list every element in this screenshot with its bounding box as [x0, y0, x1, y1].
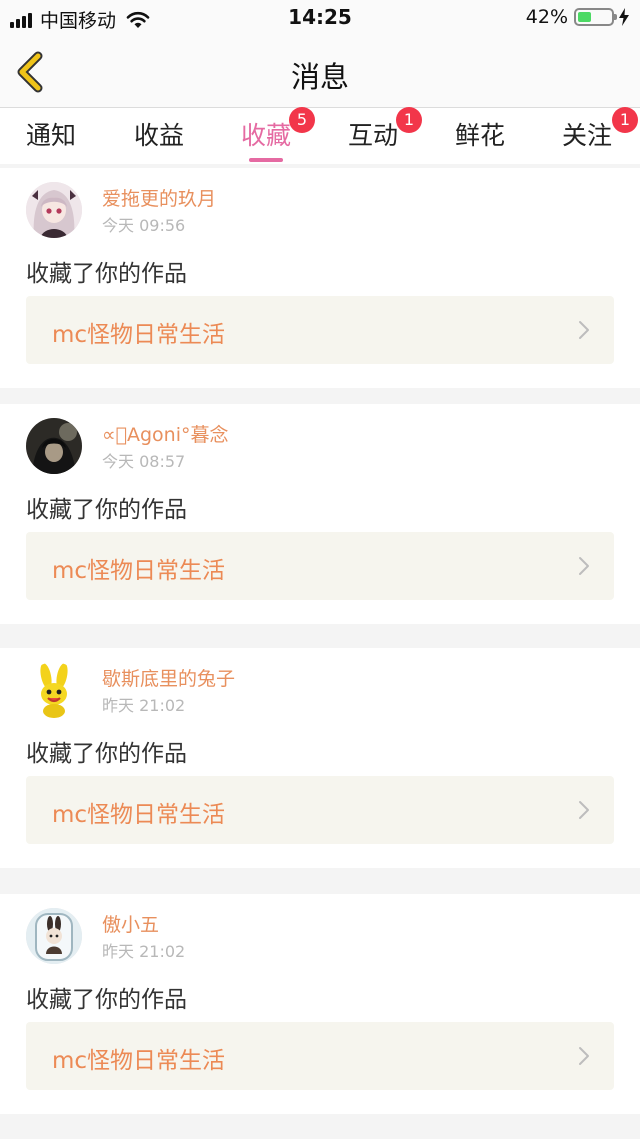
active-tab-indicator	[249, 158, 283, 162]
avatar-dark-portrait-icon	[26, 418, 82, 474]
tab-badge: 1	[612, 107, 638, 133]
chevron-right-icon	[579, 321, 589, 339]
work-title: mc怪物日常生活	[52, 322, 226, 348]
tab-earnings[interactable]: 收益	[134, 116, 184, 162]
timestamp: 昨天 21:02	[102, 942, 186, 961]
username[interactable]: 歇斯底里的兔子	[102, 664, 235, 691]
username[interactable]: 傲小五	[102, 910, 159, 937]
action-text: 收藏了你的作品	[26, 741, 187, 767]
tab-label: 鲜花	[455, 121, 506, 150]
page-title: 消息	[290, 60, 349, 94]
avatar[interactable]	[26, 182, 82, 238]
tab-interactions[interactable]: 互动 1	[348, 107, 422, 162]
action-text: 收藏了你的作品	[26, 987, 187, 1013]
username[interactable]: 爱拖更的玖月	[102, 184, 216, 211]
avatar-yellow-bunny-icon	[26, 662, 82, 718]
notification-card: 歇斯底里的兔子 昨天 21:02 收藏了你的作品 mc怪物日常生活	[0, 648, 640, 868]
timestamp: 昨天 21:02	[102, 696, 186, 715]
chevron-left-icon	[17, 51, 43, 93]
avatar-anime-girl-icon	[26, 182, 82, 238]
status-bar: 中国移动 14:25 42%	[0, 0, 640, 36]
charging-bolt-icon	[619, 8, 629, 26]
notification-card: 傲小五 昨天 21:02 收藏了你的作品 mc怪物日常生活	[0, 894, 640, 1114]
username[interactable]: ∝ﾟAgoni°暮念	[102, 420, 228, 447]
nav-bar: 消息	[0, 36, 640, 108]
tab-badge: 1	[396, 107, 422, 133]
work-link[interactable]: mc怪物日常生活	[26, 532, 614, 600]
battery-percent: 42%	[525, 6, 568, 28]
tab-label: 关注	[562, 121, 613, 150]
tab-label: 收藏	[241, 121, 292, 150]
avatar[interactable]	[26, 662, 82, 718]
timestamp: 今天 08:57	[102, 452, 186, 471]
work-link[interactable]: mc怪物日常生活	[26, 776, 614, 844]
chevron-right-icon	[579, 1047, 589, 1065]
avatar[interactable]	[26, 418, 82, 474]
back-button[interactable]	[12, 50, 52, 94]
tab-label: 通知	[26, 121, 77, 150]
notification-card: ∝ﾟAgoni°暮念 今天 08:57 收藏了你的作品 mc怪物日常生活	[0, 404, 640, 624]
chevron-right-icon	[579, 557, 589, 575]
timestamp: 今天 09:56	[102, 216, 186, 235]
tab-badge: 5	[289, 107, 315, 133]
battery-icon	[574, 8, 617, 26]
tab-favorites[interactable]: 收藏 5	[241, 107, 315, 162]
tab-bar: 通知 收益 收藏 5 互动 1 鲜花 关注 1	[0, 107, 640, 164]
work-title: mc怪物日常生活	[52, 1048, 226, 1074]
tab-label: 互动	[348, 121, 399, 150]
action-text: 收藏了你的作品	[26, 497, 187, 523]
work-title: mc怪物日常生活	[52, 558, 226, 584]
tab-following[interactable]: 关注 1	[562, 107, 638, 162]
chevron-right-icon	[579, 801, 589, 819]
avatar[interactable]	[26, 908, 82, 964]
status-right: 42%	[526, 6, 630, 28]
avatar-figure-in-jar-icon	[26, 908, 82, 964]
work-link[interactable]: mc怪物日常生活	[26, 1022, 614, 1090]
tab-notifications[interactable]: 通知	[26, 116, 76, 162]
notification-card: 爱拖更的玖月 今天 09:56 收藏了你的作品 mc怪物日常生活	[0, 168, 640, 388]
work-title: mc怪物日常生活	[52, 802, 226, 828]
tab-flowers[interactable]: 鲜花	[455, 116, 505, 162]
action-text: 收藏了你的作品	[26, 261, 187, 287]
work-link[interactable]: mc怪物日常生活	[26, 296, 614, 364]
tab-label: 收益	[134, 121, 185, 150]
battery-level	[578, 12, 592, 22]
